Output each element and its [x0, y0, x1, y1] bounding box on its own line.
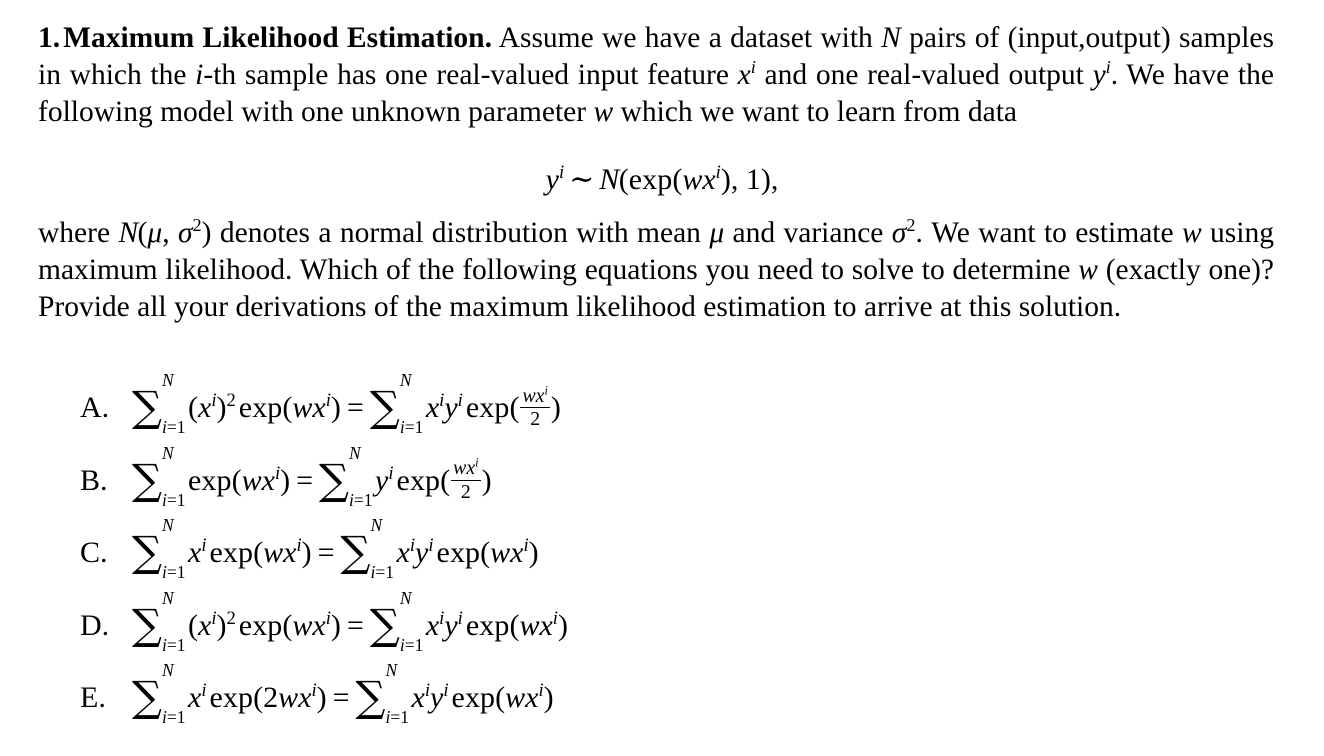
- option-d-equation: ∑ Ni=1 (xi)2 exp(wxi) = ∑ Ni=1 xiyi exp(wxi): [132, 587, 568, 655]
- eq-w: w: [682, 163, 703, 196]
- p1-seg6: which we want to learn from data: [613, 96, 1017, 128]
- mu-symbol: μ: [709, 217, 725, 249]
- option-label-e: E.: [80, 681, 106, 714]
- answer-option-e[interactable]: E. ∑ Ni=1 xi exp(2wxi) = ∑ Ni=1 xiyi exp(wxi): [80, 660, 1280, 745]
- fraction: wxi 2: [520, 382, 550, 431]
- p2-comma: ,: [162, 217, 178, 249]
- var-w: w: [593, 96, 614, 128]
- mu-symbol: μ: [147, 217, 163, 249]
- option-c-equation: ∑ Ni=1 xi exp(wxi) = ∑ Ni=1 xiyi exp(wxi): [132, 515, 539, 582]
- question-number: 1.: [38, 22, 61, 54]
- var-y: y: [1092, 59, 1106, 91]
- equals-sign: =: [346, 391, 364, 424]
- p1-seg4: and one real-valued output: [755, 59, 1093, 91]
- summation-icon: ∑ Ni=1: [319, 442, 373, 510]
- answer-option-a[interactable]: A. ∑ Ni=1 (xi)2 exp(wxi) = ∑ Ni=1 xiyi exp(wxi 2): [80, 370, 1280, 455]
- var-w: w: [1181, 217, 1202, 249]
- answer-option-c[interactable]: C. ∑ Ni=1 xi exp(wxi) = ∑ Ni=1 xiyi exp(wxi): [80, 515, 1280, 600]
- fraction: wxi 2: [451, 455, 481, 503]
- answer-options-list: A. ∑ Ni=1 (xi)2 exp(wxi) = ∑ Ni=1 xiyi exp(wxi 2)…: [80, 370, 1280, 745]
- summation-icon: ∑ Ni=1: [132, 587, 186, 655]
- p2-close-paren: ): [201, 217, 212, 249]
- eq-comma: ,: [730, 163, 746, 196]
- display-equation: yi ∼ N(exp(wxi), 1),: [0, 160, 1324, 200]
- eq-trailing-comma: ,: [770, 163, 779, 196]
- exp-close-paren: ): [720, 163, 731, 196]
- option-label-b: B.: [80, 463, 108, 497]
- option-a-equation: ∑ Ni=1 (xi)2 exp(wxi) = ∑ Ni=1 xiyi exp(wxi 2): [132, 370, 561, 437]
- sigma-symbol: σ: [891, 217, 907, 249]
- p1-seg1: Assume we have a dataset with: [498, 22, 882, 54]
- tilde-icon: ∼: [569, 163, 595, 196]
- p2-seg3: and variance: [724, 217, 892, 249]
- sigma-sup: 2: [192, 215, 202, 236]
- summation-icon: ∑ Ni=1: [132, 370, 186, 437]
- question-body-2: where N(μ, σ2) denotes a normal distribu…: [38, 215, 1274, 326]
- eq-close-paren: ): [760, 163, 771, 196]
- exp-function: exp: [628, 163, 673, 196]
- eq-variance: 1: [745, 163, 761, 196]
- question-paragraph-1: 1. Maximum Likelihood Estimation. Assume …: [38, 20, 1274, 131]
- equals-sign: =: [346, 608, 364, 642]
- p1-seg3: -th sample has one real-valued input fea…: [203, 59, 738, 91]
- exp-open-paren: (: [672, 163, 683, 196]
- summation-icon: ∑ Ni=1: [132, 515, 186, 582]
- summation-icon: ∑ Ni=1: [132, 442, 186, 510]
- question-paragraph-2: where N(μ, σ2) denotes a normal distribu…: [38, 215, 1274, 326]
- answer-option-b[interactable]: B. ∑ Ni=1 exp(wxi) = ∑ Ni=1 yi exp(wxi 2): [80, 442, 1280, 528]
- sigma-sup: 2: [906, 215, 916, 236]
- sum-lower-limit: i=1: [161, 417, 186, 437]
- p2-open-paren: (: [137, 217, 148, 249]
- var-w: w: [1078, 254, 1098, 286]
- p2-seg4: . We want to estimate: [915, 217, 1182, 249]
- eq-lhs-y: y: [545, 163, 559, 196]
- document-page: 1. Maximum Likelihood Estimation. Assume …: [0, 0, 1324, 756]
- eq-open-paren: (: [618, 163, 629, 196]
- summation-icon: ∑ Ni=1: [132, 660, 186, 727]
- question-body: 1. Maximum Likelihood Estimation. Assume …: [38, 20, 1274, 131]
- option-b-equation: ∑ Ni=1 exp(wxi) = ∑ Ni=1 yi exp(wxi 2): [132, 442, 492, 510]
- p2-seg1: where: [38, 217, 119, 249]
- summation-icon: ∑ Ni=1: [369, 587, 424, 655]
- question-title: Maximum Likelihood Estimation.: [63, 22, 492, 54]
- var-x: x: [737, 59, 751, 91]
- equals-sign: =: [332, 681, 350, 714]
- eq-x: x: [702, 163, 716, 196]
- var-N: N: [881, 22, 901, 54]
- option-e-equation: ∑ Ni=1 xi exp(2wxi) = ∑ Ni=1 xiyi exp(wxi): [132, 660, 554, 727]
- p2-seg2: denotes a normal distribution with mean: [211, 217, 710, 249]
- option-label-c: C.: [80, 536, 108, 569]
- summation-icon: ∑ Ni=1: [340, 515, 395, 582]
- normal-dist-symbol: N: [118, 217, 138, 249]
- normal-dist-symbol: N: [599, 163, 619, 196]
- equals-sign: =: [296, 463, 314, 497]
- option-label-d: D.: [80, 608, 110, 642]
- sigma-symbol: σ: [177, 217, 193, 249]
- equals-sign: =: [317, 536, 335, 569]
- answer-option-d[interactable]: D. ∑ Ni=1 (xi)2 exp(wxi) = ∑ Ni=1 xiyi exp(wxi): [80, 587, 1280, 673]
- sum-upper-limit: N: [161, 370, 174, 390]
- summation-icon: ∑ Ni=1: [355, 660, 410, 727]
- eq-lhs-sup: i: [558, 162, 565, 183]
- summation-icon: ∑ Ni=1: [369, 370, 424, 437]
- option-label-a: A.: [80, 391, 110, 424]
